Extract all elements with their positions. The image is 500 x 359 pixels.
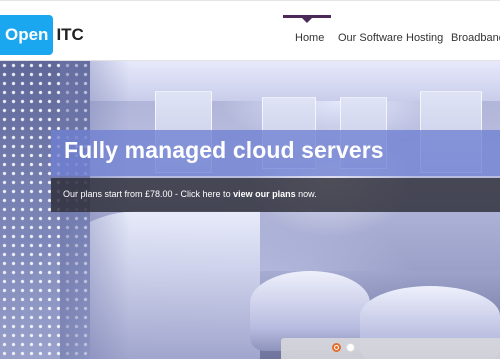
hero-subtitle-prefix: Our plans start from £78.00 - Click here… <box>63 189 234 199</box>
hero-title-banner: Fully managed cloud servers <box>51 130 500 176</box>
slider-dot-1[interactable] <box>332 343 341 352</box>
nav-active-arrow <box>302 18 312 23</box>
header-bar: Open ITC Home Our Software Hosting Broad… <box>0 0 500 61</box>
top-divider <box>0 0 500 1</box>
nav-item-hosting[interactable]: Hosting <box>406 26 443 50</box>
hero-slider: Fully managed cloud servers Our plans st… <box>0 61 500 359</box>
slider-pagination <box>281 338 500 359</box>
nav-item-home[interactable]: Home <box>295 26 324 50</box>
slider-dot-2[interactable] <box>346 343 355 352</box>
view-plans-link[interactable]: view our plans <box>233 189 296 199</box>
hero-subtitle-suffix: now. <box>295 189 317 199</box>
hero-subtitle-banner: Our plans start from £78.00 - Click here… <box>51 178 500 212</box>
nav-item-our-software[interactable]: Our Software <box>338 26 403 50</box>
main-nav: Home Our Software Hosting Broadband <box>0 26 500 50</box>
hero-title: Fully managed cloud servers <box>64 137 384 163</box>
nav-item-broadband[interactable]: Broadband <box>451 26 500 50</box>
hero-subtitle: Our plans start from £78.00 - Click here… <box>63 189 317 199</box>
